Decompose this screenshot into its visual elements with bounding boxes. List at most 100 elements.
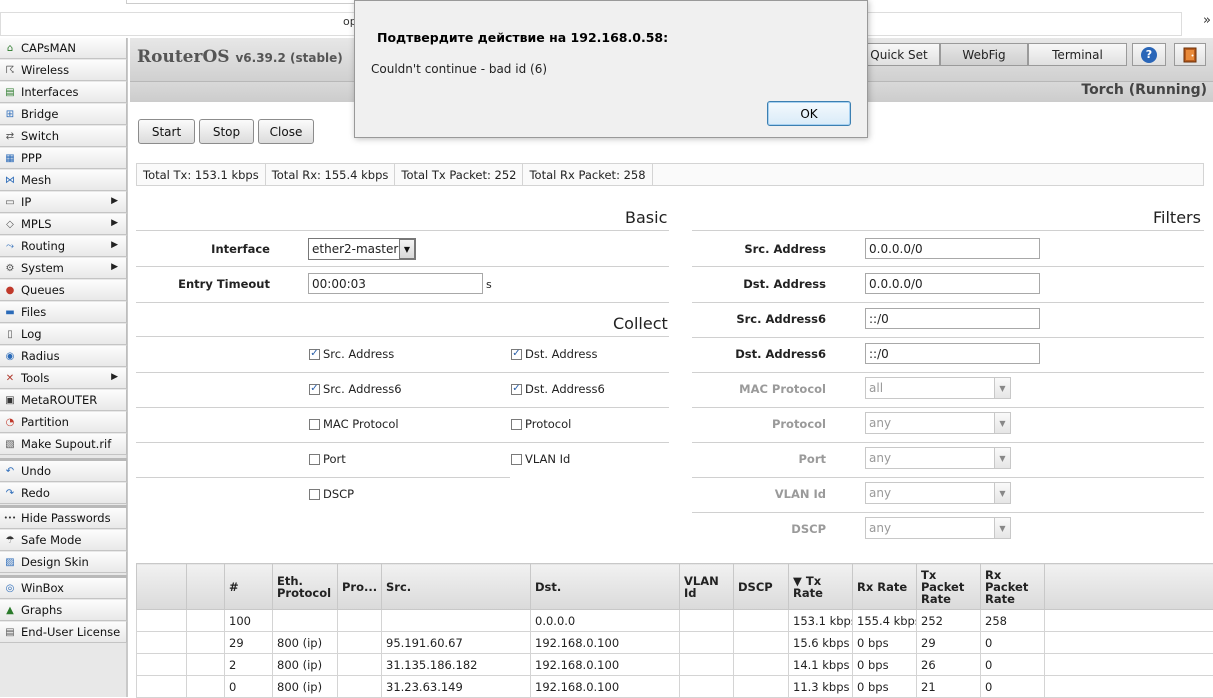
total-rx: Total Rx: 155.4 kbps [266, 164, 396, 185]
table-row[interactable]: 0800 (ip)31.23.63.149192.168.0.10011.3 k… [137, 676, 1213, 698]
sidebar-item-wireless[interactable]: ☈Wireless [0, 60, 127, 81]
sidebar-item-routing[interactable]: ⤳Routing▶ [0, 236, 127, 257]
dialog-ok-button[interactable]: OK [767, 101, 851, 126]
sidebar-item-interfaces[interactable]: ▤Interfaces [0, 82, 127, 103]
table-cell [187, 676, 225, 698]
column-header[interactable]: Rx Rate [853, 564, 917, 610]
sidebar-item-winbox[interactable]: ◎WinBox [0, 578, 127, 599]
quick-set-button[interactable]: Quick Set [858, 43, 940, 66]
table-cell: 252 [917, 610, 981, 632]
sidebar-item-undo[interactable]: ↶Undo [0, 461, 127, 482]
help-button[interactable]: ? [1132, 43, 1166, 66]
sidebar-item-switch[interactable]: ⇄Switch [0, 126, 127, 147]
sidebar-item-tools[interactable]: ✕Tools▶ [0, 368, 127, 389]
filter-dscp-select[interactable]: any ▼ [865, 517, 1011, 539]
collect-port-checkbox[interactable]: Port [309, 452, 346, 466]
chevron-down-icon[interactable]: ▼ [399, 239, 415, 259]
collect-protocol-checkbox[interactable]: Protocol [511, 417, 571, 431]
column-header[interactable]: VLANId [680, 564, 734, 610]
filter-protocol-select[interactable]: any ▼ [865, 412, 1011, 434]
sidebar-item-system[interactable]: ⚙System▶ [0, 258, 127, 279]
chevron-down-icon[interactable]: ▼ [994, 483, 1010, 503]
filter-port-select[interactable]: any ▼ [865, 447, 1011, 469]
checkbox-unchecked-icon[interactable] [309, 419, 320, 430]
close-button[interactable]: Close [258, 119, 314, 144]
filter-dst-address-input[interactable] [865, 273, 1040, 294]
sidebar-item-capsman[interactable]: ⌂ CAPsMAN [0, 38, 127, 59]
column-header[interactable]: Src. [382, 564, 531, 610]
collect-src-address6-checkbox[interactable]: ✓ Src. Address6 [309, 382, 402, 396]
logout-button[interactable] [1174, 43, 1206, 66]
sidebar-item-metarouter[interactable]: ▣MetaROUTER [0, 390, 127, 411]
checkbox-checked-icon[interactable]: ✓ [511, 349, 522, 360]
collect-dst-address6-checkbox[interactable]: ✓ Dst. Address6 [511, 382, 605, 396]
overflow-chevron-icon[interactable]: » [1203, 13, 1211, 28]
checkbox-unchecked-icon[interactable] [309, 489, 320, 500]
collect-src-address-checkbox[interactable]: ✓ Src. Address [309, 347, 394, 361]
chevron-down-icon[interactable]: ▼ [994, 413, 1010, 433]
column-header[interactable]: ▼ TxRate [789, 564, 853, 610]
collect-dst-address-checkbox[interactable]: ✓ Dst. Address [511, 347, 597, 361]
submenu-arrow-icon: ▶ [111, 262, 118, 272]
undo-icon: ↶ [3, 465, 17, 477]
sidebar-item-radius[interactable]: ◉Radius [0, 346, 127, 367]
partition-icon: ◔ [3, 416, 17, 428]
sidebar-item-safe-mode[interactable]: ☂Safe Mode [0, 530, 127, 551]
stop-button[interactable]: Stop [199, 119, 254, 144]
column-header[interactable]: Dst. [531, 564, 680, 610]
filter-vlan-id-select[interactable]: any ▼ [865, 482, 1011, 504]
column-header[interactable]: # [225, 564, 273, 610]
collect-vlan-id-checkbox[interactable]: VLAN Id [511, 452, 570, 466]
sidebar-item-files[interactable]: ▬Files [0, 302, 127, 323]
sidebar-item-partition[interactable]: ◔Partition [0, 412, 127, 433]
checkbox-checked-icon[interactable]: ✓ [309, 384, 320, 395]
chevron-down-icon[interactable]: ▼ [994, 448, 1010, 468]
sidebar-item-mpls[interactable]: ◇MPLS▶ [0, 214, 127, 235]
interface-select[interactable]: ether2-master ▼ [308, 238, 416, 260]
terminal-button[interactable]: Terminal [1028, 43, 1127, 66]
sidebar-item-log[interactable]: ▯Log [0, 324, 127, 345]
column-header[interactable]: TxPacketRate [917, 564, 981, 610]
sidebar-item-bridge[interactable]: ⊞Bridge [0, 104, 127, 125]
checkbox-checked-icon[interactable]: ✓ [511, 384, 522, 395]
sidebar-item-queues[interactable]: ●Queues [0, 280, 127, 301]
start-button[interactable]: Start [138, 119, 195, 144]
entry-timeout-input[interactable] [308, 273, 483, 294]
filter-src-address6-input[interactable] [865, 308, 1040, 329]
sidebar-item-ppp[interactable]: ▦PPP [0, 148, 127, 169]
chevron-down-icon[interactable]: ▼ [994, 378, 1010, 398]
sidebar-item-graphs[interactable]: ▲Graphs [0, 600, 127, 621]
chevron-down-icon[interactable]: ▼ [994, 518, 1010, 538]
sidebar-item-end-user-license[interactable]: ▤End-User License [0, 622, 127, 643]
sidebar-item-hide-passwords[interactable]: •••Hide Passwords [0, 508, 127, 529]
table-row[interactable]: 1000.0.0.0153.1 kbps155.4 kbps252258 [137, 610, 1213, 632]
webfig-button[interactable]: WebFig [940, 43, 1028, 66]
filter-dst-address6-input[interactable] [865, 343, 1040, 364]
column-header[interactable]: Pro... [338, 564, 382, 610]
sidebar-item-make-supout-rif[interactable]: ▧Make Supout.rif [0, 434, 127, 455]
sidebar-item-ip[interactable]: ▭IP▶ [0, 192, 127, 213]
table-row[interactable]: 29800 (ip)95.191.60.67192.168.0.10015.6 … [137, 632, 1213, 654]
row-divider [692, 512, 1204, 513]
column-header[interactable]: DSCP [734, 564, 789, 610]
checkbox-unchecked-icon[interactable] [511, 454, 522, 465]
checkbox-checked-icon[interactable]: ✓ [309, 349, 320, 360]
sidebar-item-design-skin[interactable]: ▨Design Skin [0, 552, 127, 573]
sidebar-item-label: CAPsMAN [21, 41, 76, 55]
collect-dscp-checkbox[interactable]: DSCP [309, 487, 354, 501]
collect-mac-protocol-checkbox[interactable]: MAC Protocol [309, 417, 399, 431]
column-header[interactable]: RxPacketRate [981, 564, 1045, 610]
checkbox-unchecked-icon[interactable] [511, 419, 522, 430]
sidebar-item-label: Bridge [21, 107, 59, 121]
table-row[interactable]: 2800 (ip)31.135.186.182192.168.0.10014.1… [137, 654, 1213, 676]
capsman-icon: ⌂ [3, 42, 17, 54]
sidebar-item-mesh[interactable]: ⋈Mesh [0, 170, 127, 191]
filter-src-address-input[interactable] [865, 238, 1040, 259]
checkbox-unchecked-icon[interactable] [309, 454, 320, 465]
column-header[interactable]: Eth.Protocol [273, 564, 338, 610]
filter-dst-address-label: Dst. Address [696, 277, 826, 291]
table-cell: 31.23.63.149 [382, 676, 531, 698]
sidebar-item-redo[interactable]: ↷Redo [0, 483, 127, 504]
filter-mac-protocol-select[interactable]: all ▼ [865, 377, 1011, 399]
redo-icon: ↷ [3, 487, 17, 499]
